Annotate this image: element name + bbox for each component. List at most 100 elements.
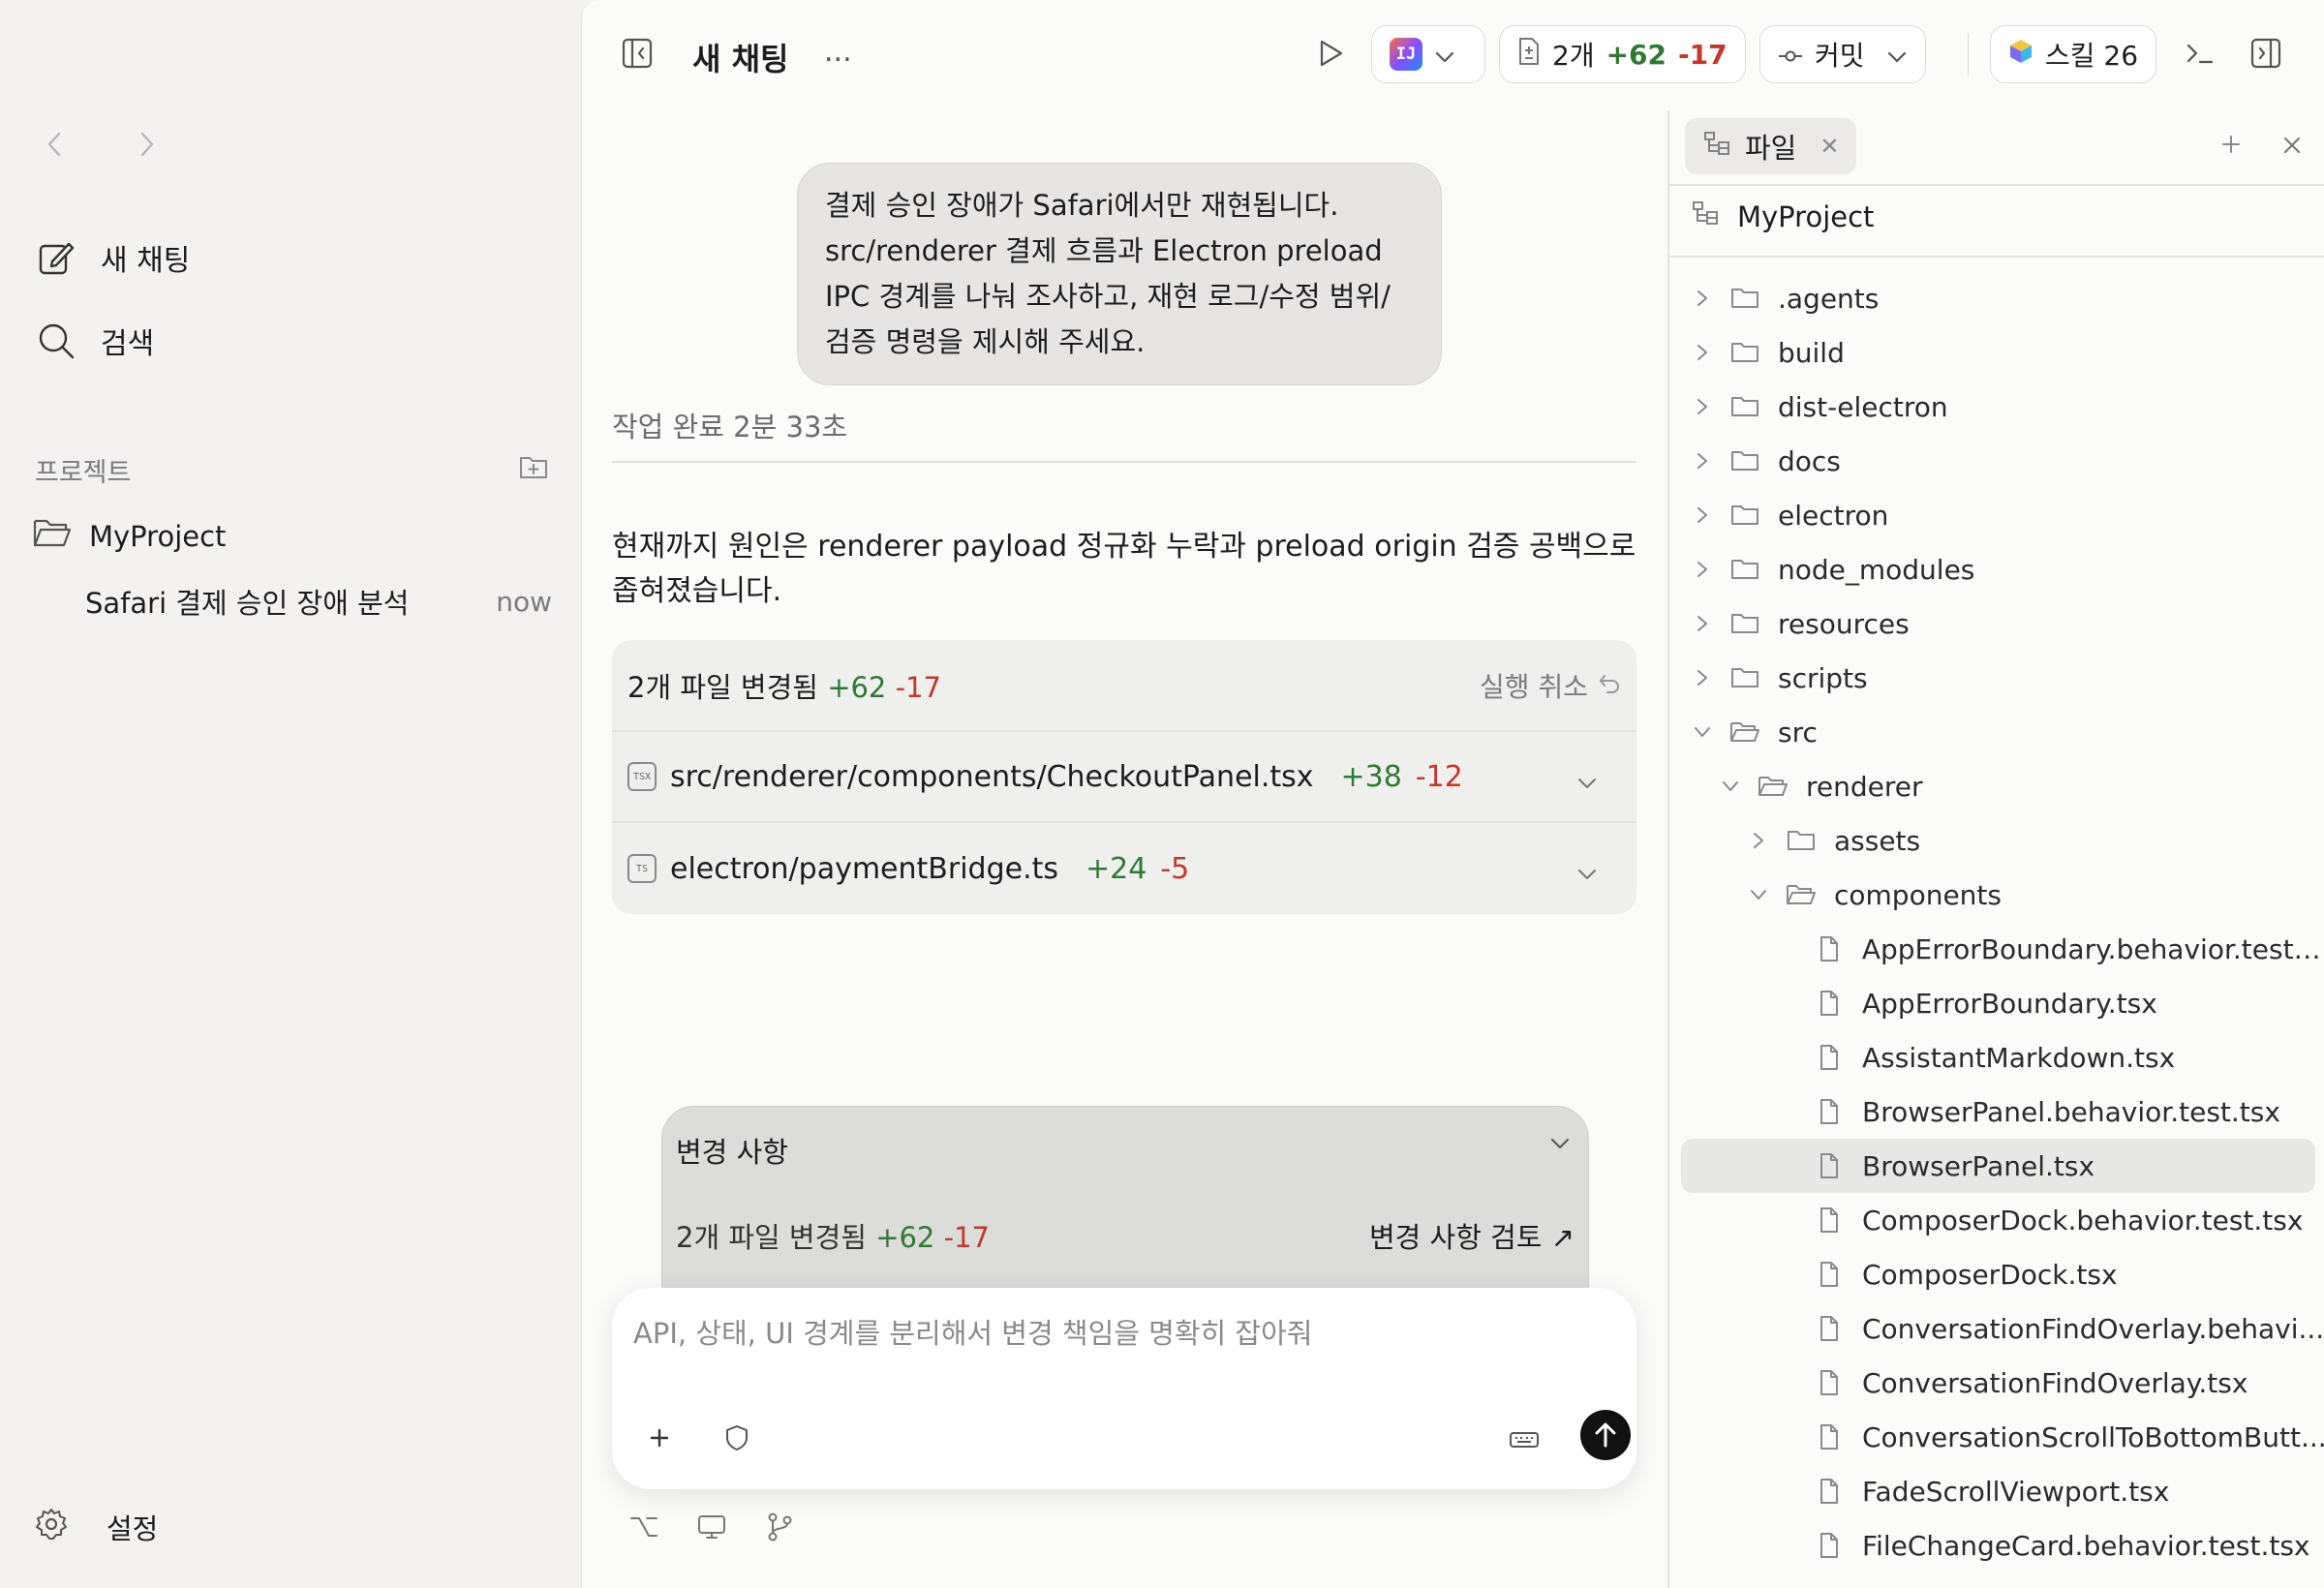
changed-file-row[interactable]: TS electron/paymentBridge.ts +24 -5	[612, 823, 1636, 914]
tree-folder-row[interactable]: .agents	[1669, 271, 2324, 325]
tree-folder-row[interactable]: docs	[1669, 434, 2324, 488]
tree-item-label: AssistantMarkdown.tsx	[1862, 1041, 2176, 1074]
ide-selector[interactable]: IJ	[1371, 25, 1485, 83]
chevron-right-icon[interactable]	[1691, 504, 1714, 527]
changed-file-plus: +24	[1086, 851, 1147, 886]
changed-file-row[interactable]: TSX src/renderer/components/CheckoutPane…	[612, 732, 1636, 823]
tree-file-row[interactable]: ConversationScrollToBottomButt...	[1669, 1410, 2324, 1464]
option-key-icon[interactable]	[628, 1511, 659, 1543]
tree-folder-row[interactable]: renderer	[1669, 759, 2324, 813]
new-chat-button[interactable]: 새 채팅	[35, 236, 190, 279]
chevron-right-icon[interactable]	[1747, 829, 1770, 852]
undo-icon	[1598, 669, 1621, 701]
tree-file-row[interactable]: BrowserPanel.behavior.test.tsx	[1669, 1084, 2324, 1139]
chevron-right-icon[interactable]	[1691, 395, 1714, 418]
tree-file-row[interactable]: BrowserPanel.tsx	[1681, 1139, 2315, 1193]
tree-root[interactable]: MyProject	[1691, 199, 1874, 233]
tree-file-row[interactable]: ConversationFindOverlay.behavi...	[1669, 1301, 2324, 1356]
tree-folder-row[interactable]: components	[1669, 868, 2324, 922]
chevron-right-icon[interactable]	[1691, 666, 1714, 689]
tab-files[interactable]: 파일 ✕	[1685, 118, 1857, 174]
send-button[interactable]	[1580, 1410, 1631, 1460]
chevron-right-icon[interactable]	[1691, 558, 1714, 581]
more-button[interactable]: ...	[824, 35, 852, 69]
changes-minus: -17	[895, 670, 941, 704]
terminal-icon[interactable]	[2184, 37, 2220, 74]
review-stats: 2개 파일 변경됨 +62 -17	[676, 1215, 990, 1256]
tree-folder-row[interactable]: assets	[1669, 813, 2324, 868]
close-tab-icon[interactable]: ✕	[1819, 133, 1839, 160]
tree-file-row[interactable]: AssistantMarkdown.tsx	[1669, 1030, 2324, 1084]
tree-file-row[interactable]: ComposerDock.behavior.test.tsx	[1669, 1193, 2324, 1247]
commit-button[interactable]: 커밋	[1759, 25, 1926, 83]
composer-footer	[628, 1511, 795, 1543]
monitor-icon[interactable]	[696, 1511, 727, 1543]
tree-folder-row[interactable]: node_modules	[1669, 542, 2324, 596]
chevron-down-icon[interactable]	[1747, 883, 1770, 906]
panel-toggle-icon[interactable]	[2249, 37, 2286, 74]
folder-icon	[1729, 663, 1760, 692]
file-icon	[1814, 1368, 1845, 1397]
chevron-down-icon[interactable]	[1549, 1136, 1571, 1154]
search-button[interactable]: 검색	[35, 320, 154, 362]
play-icon[interactable]	[1314, 37, 1351, 74]
tree-folder-row[interactable]: dist-electron	[1669, 380, 2324, 434]
divider	[1669, 256, 2324, 258]
undo-button[interactable]: 실행 취소	[1480, 666, 1621, 705]
files-panel: 파일 ✕ MyProject .agents build dist-electron…	[1667, 110, 2324, 1588]
review-summary: 2개 파일 변경됨	[676, 1221, 867, 1254]
tree-folder-row[interactable]: electron	[1669, 488, 2324, 542]
add-project-icon[interactable]	[519, 454, 548, 486]
tree-folder-row[interactable]: build	[1669, 325, 2324, 380]
tree-file-row[interactable]: ComposerDock.tsx	[1669, 1247, 2324, 1301]
chevron-down-icon[interactable]	[1576, 764, 1598, 798]
chevron-right-icon[interactable]	[1691, 612, 1714, 635]
skills-button[interactable]: 스킬 26	[1990, 25, 2157, 83]
thread-item[interactable]: Safari 결제 승인 장애 분석 now	[85, 581, 552, 622]
shield-icon[interactable]	[720, 1421, 753, 1454]
git-branch-icon[interactable]	[764, 1511, 795, 1543]
tree-folder-row[interactable]: resources	[1669, 596, 2324, 651]
plus-icon[interactable]	[643, 1421, 676, 1454]
tree-folder-row[interactable]: scripts	[1669, 651, 2324, 705]
keyboard-icon[interactable]	[1507, 1423, 1542, 1456]
chevron-down-icon[interactable]	[1719, 775, 1742, 798]
tree-item-label: renderer	[1806, 770, 1923, 803]
chevron-right-icon[interactable]	[1691, 449, 1714, 473]
chevron-right-icon[interactable]	[1691, 341, 1714, 364]
tree-folder-row[interactable]: src	[1669, 705, 2324, 759]
file-changes-header: 2개 파일 변경됨 +62 -17 실행 취소	[612, 640, 1636, 732]
settings-button[interactable]: 설정	[35, 1507, 158, 1547]
message-input[interactable]	[633, 1309, 1602, 1358]
user-message: 결제 승인 장애가 Safari에서만 재현됩니다. src/renderer …	[797, 163, 1442, 385]
tree-file-row[interactable]: ConversationFindOverlay.tsx	[1669, 1356, 2324, 1410]
tree-item-label: resources	[1778, 607, 1910, 640]
file-icon	[1814, 1422, 1845, 1451]
folder-open-icon	[1786, 880, 1817, 909]
project-item-myproject[interactable]: MyProject	[33, 517, 226, 555]
forward-arrow-icon[interactable]	[132, 124, 163, 165]
diff-summary-button[interactable]: 2개 +62 -17	[1499, 25, 1746, 83]
tree-file-row[interactable]: AppErrorBoundary.tsx	[1669, 976, 2324, 1030]
changed-file-minus: -12	[1415, 759, 1463, 794]
chevron-down-icon	[1434, 39, 1455, 71]
folder-icon	[1786, 826, 1817, 855]
add-tab-icon[interactable]	[2217, 130, 2246, 159]
tree-item-label: node_modules	[1778, 553, 1975, 586]
gear-icon	[35, 1508, 68, 1547]
tree-file-row[interactable]: FadeScrollViewport.tsx	[1669, 1464, 2324, 1518]
chevron-down-icon[interactable]	[1576, 855, 1598, 889]
back-arrow-icon[interactable]	[39, 124, 70, 165]
changes-plus: +62	[827, 670, 887, 704]
changed-file-path: src/renderer/components/CheckoutPanel.ts…	[670, 759, 1314, 794]
sidebar-toggle-icon[interactable]	[621, 37, 659, 76]
review-changes-link[interactable]: 변경 사항 검토 ↗	[1369, 1215, 1575, 1256]
chevron-right-icon[interactable]	[1691, 287, 1714, 310]
chevron-down-icon[interactable]	[1691, 720, 1714, 744]
tree-file-row[interactable]: FileChangeCard.behavior.test.tsx	[1669, 1518, 2324, 1573]
close-panel-icon[interactable]	[2278, 132, 2306, 159]
tree-file-row[interactable]: AppErrorBoundary.behavior.test....	[1669, 922, 2324, 976]
